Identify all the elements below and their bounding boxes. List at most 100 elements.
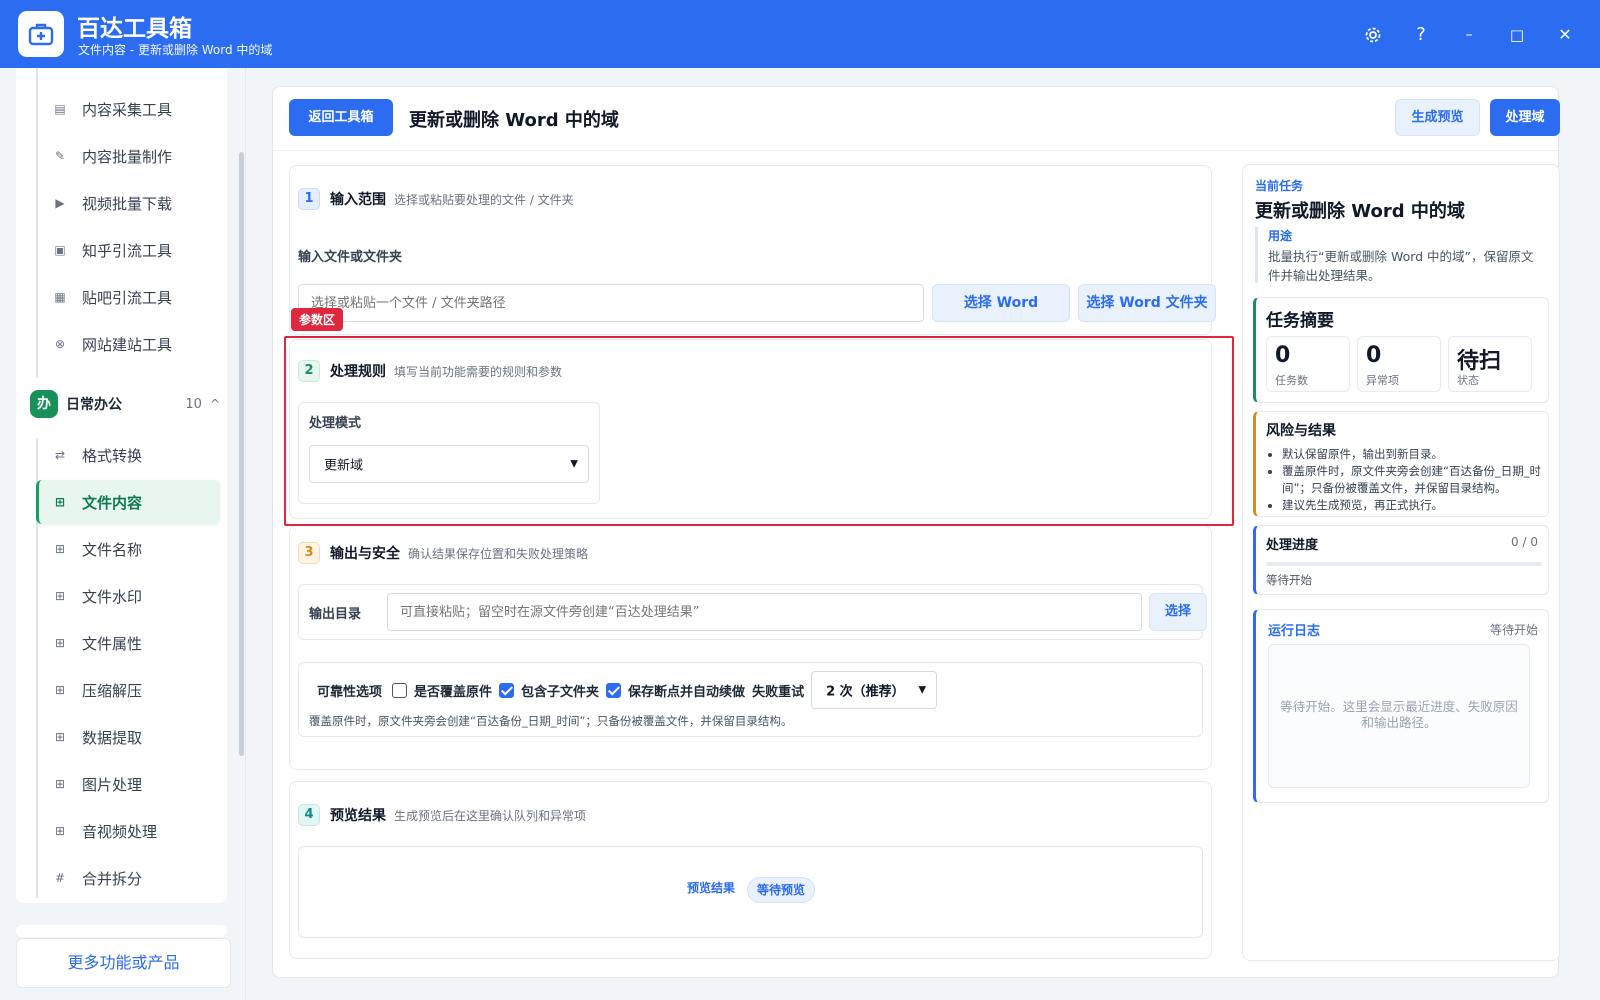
output-dir-card: 输出目录 选择 [298, 584, 1207, 640]
sidebar-item-file-content[interactable]: ⊞ 文件内容 [36, 480, 220, 524]
section-title: 输入范围 [330, 192, 386, 208]
settings-button[interactable] [1358, 20, 1388, 50]
risk-list: 默认保留原件，输出到新目录。 覆盖原件时，原文件夹旁会创建“百达备份_日期_时间… [1282, 446, 1544, 514]
stat-value: 待扫 [1457, 349, 1502, 374]
run-log-box[interactable]: 等待开始。这里会显示最近进度、失败原因和输出路径。 [1268, 644, 1530, 788]
sidebar-item-file-properties[interactable]: ⊞ 文件属性 [36, 621, 220, 665]
preview-result-label: 预览结果 [687, 881, 736, 895]
section-number: 4 [298, 804, 320, 826]
sidebar-item-label: 内容批量制作 [82, 147, 173, 166]
generate-preview-button[interactable]: 生成预览 [1395, 99, 1480, 136]
sidebar-item-tieba[interactable]: ▦ 贴吧引流工具 [36, 275, 220, 319]
swap-icon: ⇄ [54, 448, 66, 462]
video-icon: ▶ [55, 196, 65, 210]
preview-status-badge: 等待预览 [747, 877, 816, 903]
sidebar-item-data-extract[interactable]: ⊞ 数据提取 [36, 715, 220, 759]
sidebar-item-label: 数据提取 [82, 728, 143, 747]
chevron-down-icon: ▼ [918, 684, 927, 696]
sidebar-item-label: 网站建站工具 [82, 335, 173, 354]
sidebar-item-label: 格式转换 [82, 446, 143, 465]
select-word-button[interactable]: 选择 Word [932, 284, 1070, 322]
current-task-label: 当前任务 [1255, 179, 1304, 193]
sidebar-item-content-collect[interactable]: ▤ 内容采集工具 [36, 87, 220, 131]
stat-value: 0 [1275, 343, 1291, 368]
reliability-label: 可靠性选项 [317, 684, 383, 700]
retry-select[interactable]: 2 次（推荐） ▼ [811, 671, 938, 709]
overwrite-checkbox[interactable] [392, 682, 408, 698]
sidebar-group-card-collapsed [16, 925, 227, 937]
stat-key: 状态 [1457, 374, 1479, 387]
minimize-button[interactable]: – [1454, 20, 1484, 50]
more-products-button[interactable]: 更多功能或产品 [16, 938, 231, 988]
reliability-note: 覆盖原件时，原文件夹旁会创建“百达备份_日期_时间”；只备份被覆盖文件，并保留目… [309, 714, 793, 728]
stat-task-count: 0 任务数 [1266, 336, 1350, 392]
preview-result-box: 预览结果 等待预览 [298, 846, 1203, 938]
group-header[interactable]: 办 日常办公 10 ^ [30, 386, 220, 422]
grid-icon: ⊞ [54, 636, 66, 650]
section-header: 4 预览结果 生成预览后在这里确认队列和异常项 [298, 804, 586, 826]
stat-value: 0 [1366, 343, 1382, 368]
stat-exception-count: 0 异常项 [1357, 336, 1441, 392]
section-preview: 4 预览结果 生成预览后在这里确认队列和异常项 预览结果 等待预览 [289, 781, 1212, 959]
sidebar-item-zhihu[interactable]: ▣ 知乎引流工具 [36, 228, 220, 272]
section-number: 1 [298, 188, 320, 210]
risk-item: 默认保留原件，输出到新目录。 [1282, 446, 1544, 463]
input-path-field[interactable] [298, 284, 924, 322]
grid-icon: ⊞ [54, 683, 66, 697]
sidebar-item-file-name[interactable]: ⊞ 文件名称 [36, 527, 220, 571]
progress-count: 0 / 0 [1511, 535, 1538, 549]
sidebar-item-image[interactable]: ⊞ 图片处理 [36, 762, 220, 806]
sidebar-item-content-batch[interactable]: ✎ 内容批量制作 [36, 134, 220, 178]
section-desc: 生成预览后在这里确认队列和异常项 [394, 808, 587, 823]
grid-icon: ⊞ [54, 495, 66, 509]
back-to-toolbox-button[interactable]: 返回工具箱 [289, 99, 393, 136]
globe-icon: ⊗ [54, 337, 66, 351]
sidebar-item-file-watermark[interactable]: ⊞ 文件水印 [36, 574, 220, 618]
sidebar-item-format-convert[interactable]: ⇄ 格式转换 [36, 433, 220, 477]
sidebar-item-label: 知乎引流工具 [82, 241, 173, 260]
overwrite-label: 是否覆盖原件 [414, 684, 493, 700]
close-button[interactable]: ✕ [1550, 20, 1580, 50]
run-log-card: 运行日志 等待开始 等待开始。这里会显示最近进度、失败原因和输出路径。 [1253, 609, 1549, 803]
section-title: 预览结果 [330, 808, 386, 824]
progress-title: 处理进度 [1266, 538, 1319, 553]
risk-card: 风险与结果 默认保留原件，输出到新目录。 覆盖原件时，原文件夹旁会创建“百达备份… [1253, 411, 1549, 517]
risk-item: 覆盖原件时，原文件夹旁会创建“百达备份_日期_时间”；只备份被覆盖文件，并保留目… [1282, 463, 1544, 497]
current-task-title: 更新或删除 Word 中的域 [1255, 201, 1465, 222]
resume-checkbox[interactable] [606, 682, 622, 698]
title-bar: 百达工具箱 文件内容 - 更新或删除 Word 中的域 ? – □ ✕ [0, 0, 1600, 68]
zhihu-icon: ▣ [54, 243, 66, 257]
include-subfolder-checkbox[interactable] [499, 682, 515, 698]
reliability-row: 可靠性选项 是否覆盖原件 包含子文件夹 保存断点并自动续做 失败重试 2 次（推… [317, 671, 944, 709]
retry-label: 失败重试 [752, 684, 805, 700]
sidebar: ▤ 内容采集工具 ✎ 内容批量制作 ▶ 视频批量下载 ▣ 知乎引流工具 ▦ 贴吧… [0, 68, 246, 1000]
sidebar-item-video-download[interactable]: ▶ 视频批量下载 [36, 181, 220, 225]
sidebar-scrollbar[interactable] [239, 152, 244, 756]
run-log-status: 等待开始 [1489, 623, 1538, 637]
section-output-safety: 3 输出与安全 确认结果保存位置和失败处理策略 输出目录 选择 可靠性选项 是否… [289, 525, 1212, 770]
grid-icon: ⊞ [54, 824, 66, 838]
run-log-text: 等待开始。这里会显示最近进度、失败原因和输出路径。 [1280, 699, 1518, 730]
chevron-up-icon[interactable]: ^ [210, 397, 220, 411]
parameter-area-highlight [284, 336, 1234, 526]
sidebar-item-compress[interactable]: ⊞ 压缩解压 [36, 668, 220, 712]
message-icon: ▦ [54, 290, 66, 304]
progress-bar [1266, 562, 1542, 566]
pen-icon: ✎ [54, 149, 66, 163]
select-word-folder-button[interactable]: 选择 Word 文件夹 [1078, 284, 1216, 322]
task-summary-title: 任务摘要 [1266, 311, 1334, 331]
process-fields-button[interactable]: 处理域 [1490, 99, 1560, 136]
help-button[interactable]: ? [1406, 20, 1436, 50]
output-dir-input[interactable] [387, 593, 1142, 631]
sidebar-item-av[interactable]: ⊞ 音视频处理 [36, 809, 220, 853]
stat-key: 异常项 [1366, 374, 1399, 387]
choose-output-button[interactable]: 选择 [1149, 593, 1207, 631]
app-subtitle: 文件内容 - 更新或删除 Word 中的域 [78, 43, 273, 57]
main-header: 返回工具箱 更新或删除 Word 中的域 生成预览 处理域 [273, 87, 1560, 151]
sidebar-item-website[interactable]: ⊗ 网站建站工具 [36, 322, 220, 366]
maximize-button[interactable]: □ [1502, 20, 1532, 50]
sidebar-item-merge-split[interactable]: # 合并拆分 [36, 856, 220, 900]
task-summary-card: 任务摘要 0 任务数 0 异常项 待扫 状态 [1253, 297, 1549, 403]
group-count: 10 [185, 396, 202, 412]
toolbox-icon [28, 23, 54, 46]
